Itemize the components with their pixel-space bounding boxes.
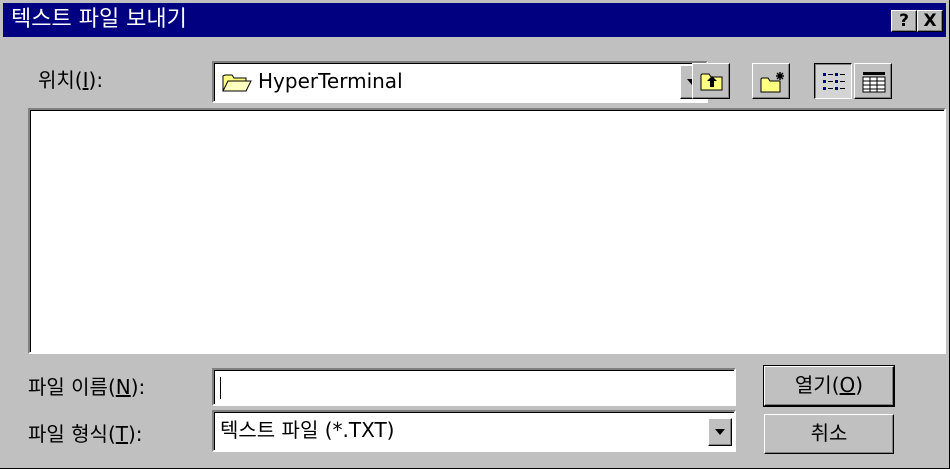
send-text-file-dialog: 텍스트 파일 보내기 ? X 위치(I): HyperTerminal 파일 이… — [0, 0, 950, 469]
dialog-title: 텍스트 파일 보내기 — [11, 7, 187, 32]
file-list[interactable] — [28, 108, 946, 354]
file-type-combobox[interactable]: 텍스트 파일 (*.TXT) — [212, 410, 736, 452]
file-type-value: 텍스트 파일 (*.TXT) — [220, 418, 395, 442]
new-folder-icon — [760, 72, 784, 93]
location-value: HyperTerminal — [258, 69, 403, 93]
open-button[interactable]: 열기(O) — [763, 365, 895, 407]
chevron-down-icon — [715, 429, 725, 435]
folder-icon — [222, 74, 252, 92]
text-caret — [220, 377, 221, 399]
help-button[interactable]: ? — [891, 10, 917, 32]
list-view-icon — [823, 73, 845, 90]
list-view-button[interactable] — [814, 63, 852, 99]
title-bar[interactable]: 텍스트 파일 보내기 ? X — [3, 3, 946, 37]
up-one-level-button[interactable] — [692, 63, 730, 99]
create-new-folder-button[interactable] — [752, 63, 790, 99]
cancel-button[interactable]: 취소 — [764, 414, 894, 454]
up-one-level-icon — [700, 73, 723, 91]
file-name-label: 파일 이름(N): — [28, 375, 146, 399]
details-view-button[interactable] — [854, 63, 892, 99]
file-type-label: 파일 형식(T): — [28, 422, 143, 446]
location-label: 위치(I): — [38, 68, 104, 92]
details-view-icon — [862, 72, 886, 93]
file-type-dropdown-button[interactable] — [708, 418, 732, 446]
file-name-field[interactable] — [212, 368, 736, 406]
close-button[interactable]: X — [917, 10, 943, 32]
location-combobox[interactable]: HyperTerminal — [212, 61, 708, 103]
